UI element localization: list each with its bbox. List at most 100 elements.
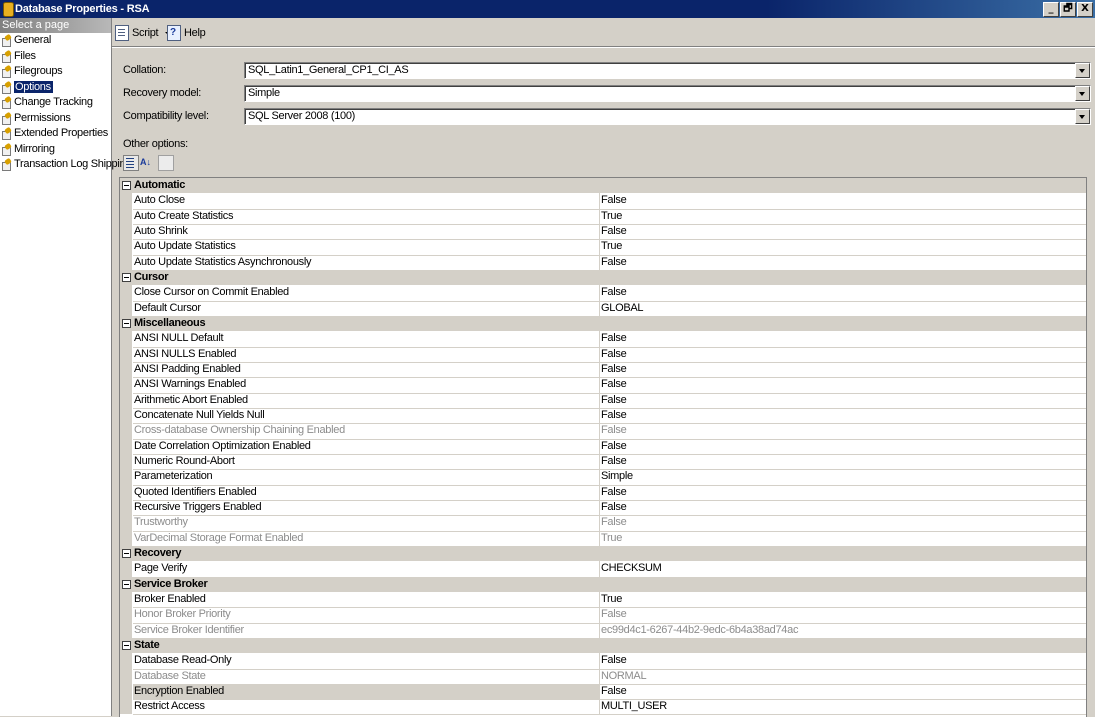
category-label: Cursor xyxy=(134,270,169,283)
property-row[interactable]: Concatenate Null Yields Null False xyxy=(120,407,1086,425)
property-row: Cross-database Ownership Chaining Enable… xyxy=(120,423,1086,440)
property-row[interactable]: Auto Shrink False xyxy=(120,223,1086,241)
category-row-service-broker[interactable]: Service Broker xyxy=(120,576,1086,592)
property-pages-icon[interactable] xyxy=(158,155,174,171)
page-item-change-tracking[interactable]: Change Tracking xyxy=(0,95,111,111)
category-row-recovery[interactable]: Recovery xyxy=(120,545,1086,562)
property-value[interactable]: False xyxy=(600,377,1086,394)
compatibility-level-label: Compatibility level: xyxy=(123,110,209,122)
property-value[interactable]: True xyxy=(600,209,1086,225)
property-row[interactable]: Auto Close False xyxy=(120,193,1086,210)
property-value[interactable]: False xyxy=(600,684,1086,701)
collapse-icon[interactable] xyxy=(122,181,131,190)
chevron-down-icon[interactable] xyxy=(1075,86,1090,101)
category-row-miscellaneous[interactable]: Miscellaneous xyxy=(120,315,1086,332)
categorized-view-icon[interactable] xyxy=(123,155,139,171)
script-button[interactable]: Script xyxy=(115,24,172,42)
property-name: Encryption Enabled xyxy=(133,683,600,701)
restore-button[interactable]: 🗗 xyxy=(1060,2,1076,17)
property-value[interactable]: False xyxy=(600,439,1086,455)
property-value[interactable]: False xyxy=(600,500,1086,517)
property-value[interactable]: True xyxy=(600,239,1086,256)
property-row[interactable]: Quoted Identifiers Enabled False xyxy=(120,484,1086,501)
property-row[interactable]: Broker Enabled True xyxy=(120,591,1086,609)
property-row[interactable]: Auto Update Statistics True xyxy=(120,239,1086,256)
collapse-icon[interactable] xyxy=(122,579,131,589)
property-row[interactable]: ANSI NULL Default False xyxy=(120,331,1086,348)
script-icon xyxy=(115,25,129,42)
page-item-files[interactable]: Files xyxy=(0,49,111,65)
collation-dropdown[interactable]: SQL_Latin1_General_CP1_CI_AS xyxy=(244,62,1091,79)
property-value[interactable]: False xyxy=(600,285,1086,302)
chevron-down-icon[interactable] xyxy=(1075,109,1090,124)
property-row[interactable]: Default Cursor GLOBAL xyxy=(120,300,1086,317)
recovery-model-value: Simple xyxy=(248,87,280,99)
minimize-button[interactable]: _ xyxy=(1043,2,1059,17)
property-value[interactable]: CHECKSUM xyxy=(600,561,1086,578)
property-value[interactable]: False xyxy=(600,362,1086,379)
page-item-extended-properties[interactable]: Extended Properties xyxy=(0,126,111,142)
property-row[interactable]: Date Correlation Optimization Enabled Fal… xyxy=(120,438,1086,455)
close-button[interactable]: X xyxy=(1077,2,1093,17)
property-row[interactable]: Encryption Enabled False xyxy=(120,683,1086,701)
help-button[interactable]: Help xyxy=(167,24,206,42)
property-value[interactable]: True xyxy=(600,592,1086,609)
page-item-permissions[interactable]: Permissions xyxy=(0,111,111,127)
property-row[interactable]: Page Verify CHECKSUM xyxy=(120,561,1086,578)
category-row-cursor[interactable]: Cursor xyxy=(120,269,1086,286)
property-value[interactable]: False xyxy=(600,255,1086,271)
property-row[interactable]: Numeric Round-Abort False xyxy=(120,453,1086,471)
help-icon xyxy=(167,25,181,42)
alphabetical-sort-icon[interactable]: A↓ xyxy=(140,155,154,169)
page-item-general[interactable]: General xyxy=(0,33,111,49)
property-value[interactable]: False xyxy=(600,331,1086,348)
property-row[interactable]: Database Read-Only False xyxy=(120,653,1086,670)
page-item-transaction-log-shipping[interactable]: Transaction Log Shipping xyxy=(0,157,131,173)
property-row[interactable]: ANSI Warnings Enabled False xyxy=(120,377,1086,394)
property-value: False xyxy=(600,423,1086,440)
property-row[interactable]: ANSI NULLS Enabled False xyxy=(120,346,1086,363)
collapse-icon[interactable] xyxy=(122,640,131,650)
property-row[interactable]: Auto Update Statistics Asynchronously Fal… xyxy=(120,254,1086,271)
property-row[interactable]: Restrict Access MULTI_USER xyxy=(120,699,1086,716)
page-selector: Select a page General Files Filegroups Opti… xyxy=(0,18,131,716)
chevron-down-icon[interactable] xyxy=(1075,63,1090,78)
property-value[interactable]: False xyxy=(600,393,1086,409)
recovery-model-dropdown[interactable]: Simple xyxy=(244,85,1091,102)
property-name: ANSI Padding Enabled xyxy=(133,361,600,379)
property-row[interactable]: Close Cursor on Commit Enabled False xyxy=(120,285,1086,302)
property-value[interactable]: False xyxy=(600,485,1086,501)
property-value[interactable]: False xyxy=(600,408,1086,425)
category-row-automatic[interactable]: Automatic xyxy=(120,178,1086,194)
collapse-icon[interactable] xyxy=(122,548,131,558)
property-value[interactable]: Simple xyxy=(600,469,1086,486)
page-wrench-icon xyxy=(2,142,12,156)
property-value[interactable]: MULTI_USER xyxy=(600,699,1086,716)
property-value: False xyxy=(600,515,1086,532)
property-row[interactable]: Parameterization Simple xyxy=(120,469,1086,486)
window-title: Database Properties - RSA xyxy=(15,3,150,15)
page-item-label: Options xyxy=(13,79,54,94)
property-value[interactable]: False xyxy=(600,193,1086,210)
page-item-options[interactable]: Options xyxy=(0,79,111,96)
page-selector-header: Select a page xyxy=(0,18,111,33)
property-name: Trustworthy xyxy=(133,515,600,532)
page-item-label: Extended Properties xyxy=(14,127,108,139)
property-name: Default Cursor xyxy=(133,300,600,317)
compatibility-level-dropdown[interactable]: SQL Server 2008 (100) xyxy=(244,108,1091,125)
collapse-icon[interactable] xyxy=(122,272,131,282)
property-value[interactable]: False xyxy=(600,454,1086,471)
property-value[interactable]: False xyxy=(600,347,1086,363)
property-row[interactable]: Auto Create Statistics True xyxy=(120,208,1086,225)
property-value[interactable]: False xyxy=(600,224,1086,241)
category-row-state[interactable]: State xyxy=(120,637,1086,654)
page-item-mirroring[interactable]: Mirroring xyxy=(0,142,111,158)
page-item-filegroups[interactable]: Filegroups xyxy=(0,64,111,80)
collapse-icon[interactable] xyxy=(122,318,131,328)
property-row[interactable]: ANSI Padding Enabled False xyxy=(120,361,1086,379)
row-gutter xyxy=(120,699,132,715)
property-row[interactable]: Arithmetic Abort Enabled False xyxy=(120,392,1086,409)
property-value[interactable]: GLOBAL xyxy=(600,301,1086,317)
property-row[interactable]: Recursive Triggers Enabled False xyxy=(120,499,1086,517)
property-value[interactable]: False xyxy=(600,653,1086,670)
